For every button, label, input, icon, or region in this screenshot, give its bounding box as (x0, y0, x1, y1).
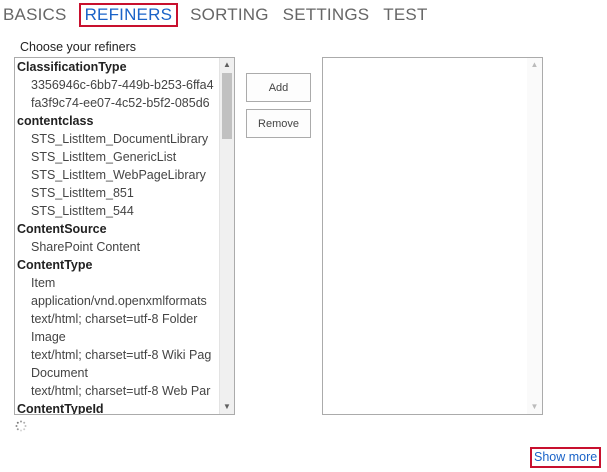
available-refiners-scrollbar[interactable]: ▲ ▼ (219, 58, 234, 414)
refiner-group-header[interactable]: contentclass (15, 112, 219, 130)
remove-button[interactable]: Remove (246, 109, 311, 138)
refiner-option[interactable]: Item (15, 274, 219, 292)
available-refiners-items: ClassificationType 3356946c-6bb7-449b-b25… (15, 58, 219, 414)
selected-refiners-listbox[interactable]: ▲ ▼ (322, 57, 543, 415)
scrollbar-thumb[interactable] (222, 73, 232, 139)
refiner-option[interactable]: STS_ListItem_851 (15, 184, 219, 202)
tab-refiners[interactable]: REFINERS (78, 3, 179, 27)
refiner-option[interactable]: text/html; charset=utf-8 Folder (15, 310, 219, 328)
refiner-group-header[interactable]: ContentSource (15, 220, 219, 238)
available-refiners-listbox[interactable]: ClassificationType 3356946c-6bb7-449b-b25… (14, 57, 235, 415)
refiner-group-header[interactable]: ContentTypeId (15, 400, 219, 414)
selected-refiners-scrollbar[interactable]: ▲ ▼ (527, 58, 542, 414)
refiner-option[interactable]: fa3f9c74-ee07-4c52-b5f2-085d6 (15, 94, 219, 112)
choose-refiners-label: Choose your refiners (20, 40, 137, 54)
triangle-up-icon[interactable]: ▲ (527, 58, 542, 72)
refiner-option[interactable]: STS_ListItem_GenericList (15, 148, 219, 166)
spinner-icon (15, 420, 27, 432)
refiner-option[interactable]: Document (15, 364, 219, 382)
triangle-down-icon[interactable]: ▼ (527, 400, 542, 414)
triangle-down-icon[interactable]: ▼ (220, 400, 234, 414)
refiner-option[interactable]: STS_ListItem_WebPageLibrary (15, 166, 219, 184)
tab-basics[interactable]: BASICS (0, 4, 69, 26)
refiner-option[interactable]: Image (15, 328, 219, 346)
tab-bar: BASICS REFINERS SORTING SETTINGS TEST (0, 2, 440, 28)
refiner-option[interactable]: SharePoint Content (15, 238, 219, 256)
refiner-option[interactable]: application/vnd.openxmlformats (15, 292, 219, 310)
tab-settings[interactable]: SETTINGS (281, 4, 372, 26)
show-more-link[interactable]: Show more (530, 447, 602, 468)
triangle-up-icon[interactable]: ▲ (220, 58, 234, 72)
refiner-option[interactable]: text/html; charset=utf-8 Wiki Pag (15, 346, 219, 364)
refiner-option[interactable]: 3356946c-6bb7-449b-b253-6ffa4 (15, 76, 219, 94)
tab-test[interactable]: TEST (381, 4, 429, 26)
add-button[interactable]: Add (246, 73, 311, 102)
tab-sorting[interactable]: SORTING (188, 4, 271, 26)
refiner-group-header[interactable]: ClassificationType (15, 58, 219, 76)
refiner-option[interactable]: STS_ListItem_544 (15, 202, 219, 220)
refiner-option[interactable]: text/html; charset=utf-8 Web Par (15, 382, 219, 400)
refiner-group-header[interactable]: ContentType (15, 256, 219, 274)
refiner-option[interactable]: STS_ListItem_DocumentLibrary (15, 130, 219, 148)
